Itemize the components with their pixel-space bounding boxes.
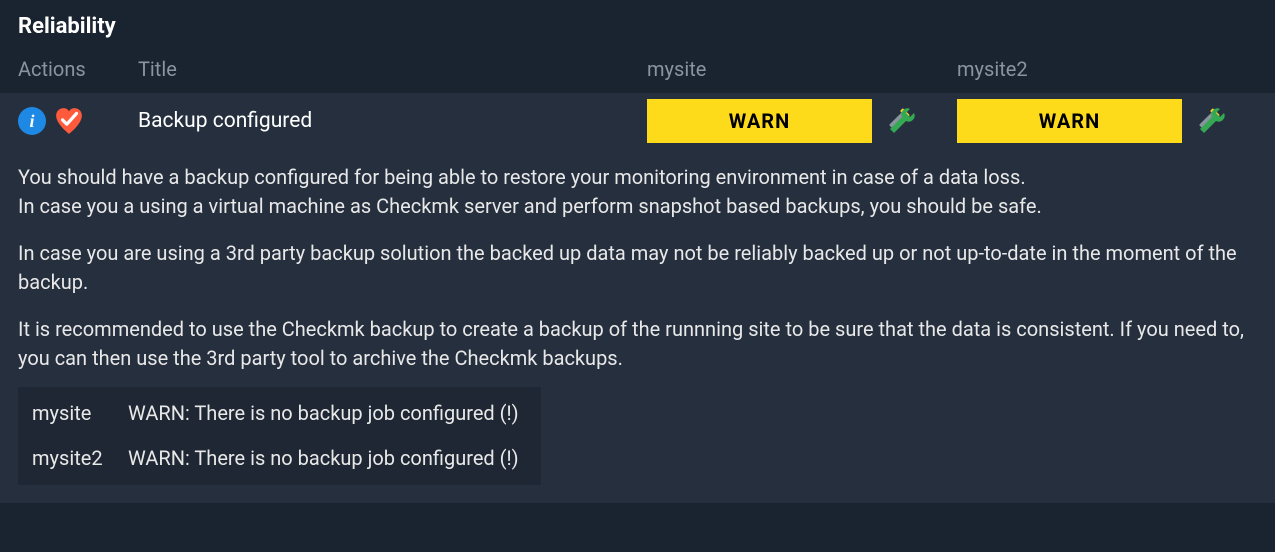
col-header-site1: mysite (637, 57, 947, 81)
check-detail: You should have a backup configured for … (0, 153, 1275, 503)
detail-paragraph: In case you are using a 3rd party backup… (18, 239, 1257, 297)
site-detail-name: mysite (32, 399, 128, 428)
table-row: i Backup configured WARN WARN (0, 93, 1275, 153)
detail-paragraph: It is recommended to use the Checkmk bac… (18, 315, 1257, 373)
check-title: Backup configured (138, 109, 637, 133)
site-detail-row: mysite2 WARN: There is no backup job con… (18, 436, 533, 481)
site-detail-msg: WARN: There is no backup job configured … (128, 444, 519, 473)
col-header-actions: Actions (18, 57, 138, 81)
col-header-site2: mysite2 (947, 57, 1257, 81)
status-badge-site2[interactable]: WARN (957, 99, 1182, 143)
tools-icon[interactable] (886, 105, 918, 137)
col-header-title: Title (138, 57, 637, 81)
info-icon[interactable]: i (18, 107, 46, 135)
site-detail-msg: WARN: There is no backup job configured … (128, 399, 519, 428)
acknowledge-icon[interactable] (54, 107, 84, 135)
status-badge-site1[interactable]: WARN (647, 99, 872, 143)
site-detail-row: mysite WARN: There is no backup job conf… (18, 391, 533, 436)
site-detail-name: mysite2 (32, 444, 128, 473)
site-detail-table: mysite WARN: There is no backup job conf… (18, 387, 541, 485)
tools-icon[interactable] (1196, 105, 1228, 137)
section-title: Reliability (0, 0, 1275, 49)
detail-paragraph: You should have a backup configured for … (18, 163, 1257, 221)
table-header: Actions Title mysite mysite2 (0, 49, 1275, 93)
